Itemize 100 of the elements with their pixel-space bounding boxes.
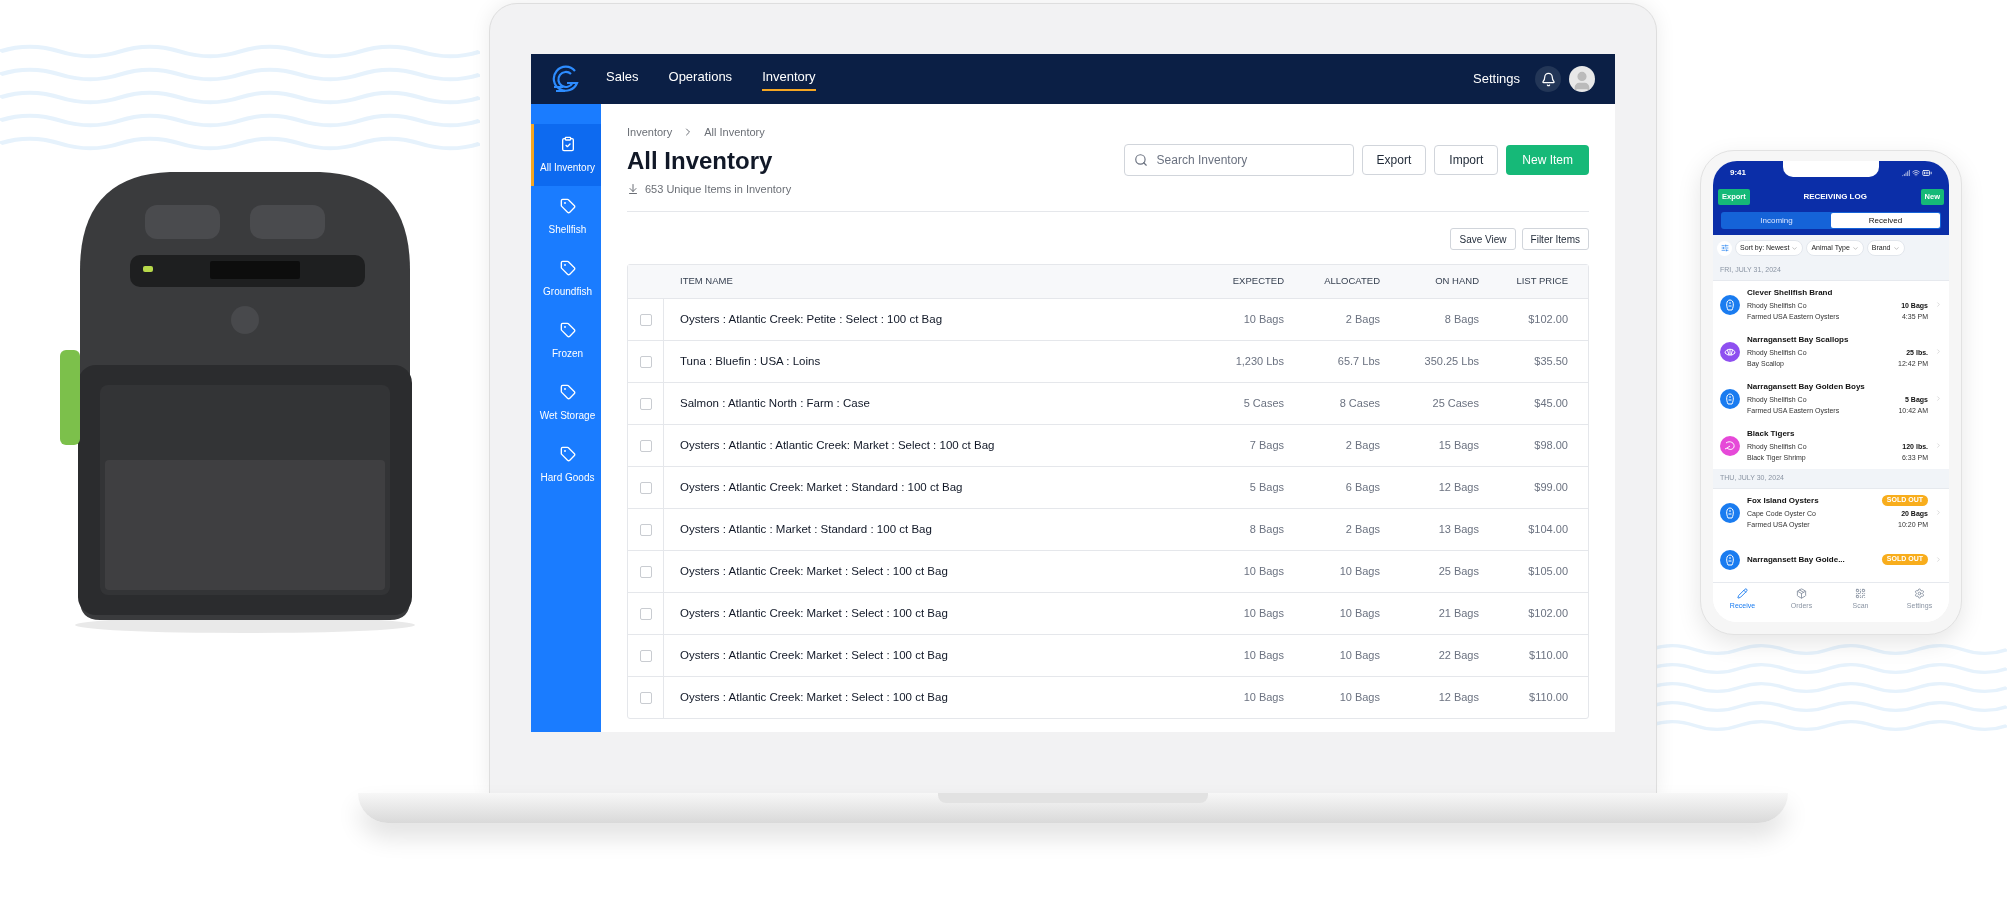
battery-icon — [1922, 168, 1932, 178]
tag-icon — [559, 445, 576, 462]
sidebar-item[interactable]: Hard Goods — [531, 434, 601, 496]
nav-tab[interactable]: Inventory — [762, 67, 816, 91]
item-name: Narragansett Bay Golde... — [1747, 553, 1845, 566]
table-cell-text: 10 Bags — [1242, 606, 1284, 622]
table-cell-text: 350.25 Lbs — [1423, 354, 1479, 370]
settings-icon — [1914, 588, 1925, 599]
column-header: ON HAND — [1434, 274, 1479, 289]
row-checkbox[interactable] — [639, 607, 652, 620]
notifications-button[interactable] — [1535, 66, 1561, 92]
breadcrumb-link[interactable]: Inventory — [627, 124, 673, 141]
segment-tab[interactable]: Received — [1831, 213, 1940, 228]
table-cell-text: 21 Bags — [1437, 606, 1479, 622]
table-cell-text: 65.7 Lbs — [1336, 354, 1380, 370]
search-icon — [1133, 153, 1148, 167]
table-cell-text: Oysters : Atlantic Creek: Market : Select : 100 ct Bag — [680, 605, 949, 621]
row-checkbox[interactable] — [639, 397, 652, 410]
toolbar-button[interactable]: Export — [1361, 145, 1427, 175]
status-time: 9:41 — [1730, 167, 1746, 179]
table-cell-text: 25 Cases — [1431, 396, 1479, 412]
chevron-right-icon — [1935, 301, 1942, 308]
sliders-icon — [1720, 244, 1729, 252]
table-cell-text: 15 Bags — [1437, 438, 1479, 454]
bell-icon — [1540, 71, 1556, 87]
segment-tab[interactable]: Incoming — [1722, 213, 1831, 228]
table-cell-text: Oysters : Atlantic : Atlantic Creek: Market : Select : 100 ct Bag — [680, 437, 996, 453]
screen-title: RECEIVING LOG — [1802, 191, 1868, 203]
table-cell-text: 10 Bags — [1242, 312, 1284, 328]
sidebar-item[interactable]: Frozen — [531, 310, 601, 372]
item-name: Black Tigers — [1747, 427, 1795, 440]
sidebar-item[interactable]: Shellfish — [531, 186, 601, 248]
view-button[interactable]: Filter Items — [1521, 228, 1589, 250]
chevron-down-icon — [1851, 244, 1859, 252]
chevron-right-icon — [1935, 442, 1942, 449]
table-cell-text: 5 Bags — [1248, 480, 1284, 496]
table-cell-text: $105.00 — [1527, 564, 1568, 580]
row-checkbox[interactable] — [639, 355, 652, 368]
item-name: Narragansett Bay Scallops — [1747, 333, 1849, 346]
table-cell-text: 10 Bags — [1338, 648, 1380, 664]
table-cell-text: Oysters : Atlantic Creek: Market : Select : 100 ct Bag — [680, 563, 949, 579]
filter-button[interactable] — [1717, 240, 1732, 256]
table-cell-text: 8 Bags — [1248, 522, 1284, 538]
table-cell-text: 10 Bags — [1242, 690, 1284, 706]
item-name: Fox Island Oysters — [1747, 494, 1819, 507]
row-checkbox[interactable] — [639, 439, 652, 452]
item-name: Narragansett Bay Golden Boys — [1747, 380, 1865, 393]
table-cell-text: $98.00 — [1533, 438, 1568, 454]
table-cell-text: 5 Cases — [1242, 396, 1284, 412]
download-icon — [627, 182, 639, 195]
row-checkbox[interactable] — [639, 691, 652, 704]
table-cell-text: Oysters : Atlantic Creek: Market : Select : 100 ct Bag — [680, 689, 949, 705]
row-checkbox[interactable] — [639, 649, 652, 662]
table-cell-text: 25 Bags — [1437, 564, 1479, 580]
table-cell-text: 10 Bags — [1338, 606, 1380, 622]
table-cell-text: 6 Bags — [1344, 480, 1380, 496]
view-button[interactable]: Save View — [1450, 228, 1516, 250]
nav-tab[interactable]: Sales — [606, 67, 639, 91]
avatar-button[interactable] — [1569, 66, 1595, 92]
signal-icon — [1902, 169, 1910, 177]
table-cell-text: $110.00 — [1528, 690, 1568, 706]
sidebar-item[interactable]: Groundfish — [531, 248, 601, 310]
column-header: ALLOCATED — [1323, 274, 1380, 289]
sidebar-item[interactable]: Wet Storage — [531, 372, 601, 434]
tag-icon — [559, 321, 576, 338]
chevron-right-icon — [1935, 348, 1942, 355]
row-checkbox[interactable] — [639, 523, 652, 536]
search-field[interactable]: Search Inventory — [1123, 144, 1354, 176]
table-cell-text: 2 Bags — [1344, 522, 1380, 538]
toolbar-button[interactable]: Import — [1434, 145, 1499, 175]
logo-icon — [551, 65, 579, 93]
table-cell-text: Salmon : Atlantic North : Farm : Case — [680, 395, 871, 411]
sidebar-item[interactable]: All Inventory — [531, 124, 601, 186]
table-cell-text: 10 Bags — [1242, 564, 1284, 580]
table-cell-text: $99.00 — [1533, 480, 1568, 496]
column-header: ITEM NAME — [680, 274, 734, 289]
table-cell-text: $104.00 — [1527, 522, 1568, 538]
row-checkbox[interactable] — [639, 481, 652, 494]
nav-tab[interactable]: Operations — [668, 67, 733, 91]
table-cell-text: Oysters : Atlantic Creek: Petite : Select : 100 ct Bag — [680, 311, 944, 327]
tag-icon — [559, 383, 576, 400]
table-cell-text: 12 Bags — [1437, 480, 1479, 496]
page-title: All Inventory — [627, 145, 774, 176]
table-cell-text: 12 Bags — [1437, 690, 1479, 706]
table-cell-text: 1,230 Lbs — [1234, 354, 1284, 370]
table-cell-text: 8 Cases — [1338, 396, 1380, 412]
row-checkbox[interactable] — [639, 565, 652, 578]
table-cell-text: Tuna : Bluefin : USA : Loins — [680, 353, 822, 369]
table-cell-text: 13 Bags — [1437, 522, 1479, 538]
table-cell-text: 10 Bags — [1242, 648, 1284, 664]
item-name: Clever Shellfish Brand — [1747, 286, 1833, 299]
settings-link[interactable]: Settings — [1473, 69, 1520, 89]
chevron-right-icon — [1935, 556, 1942, 563]
breadcrumb-current: All Inventory — [704, 125, 765, 140]
table-cell-text: Oysters : Atlantic Creek: Market : Standard : 100 ct Bag — [680, 479, 964, 495]
chevron-right-icon — [1935, 395, 1942, 402]
row-checkbox[interactable] — [639, 313, 652, 326]
table-cell-text: $110.00 — [1528, 648, 1568, 664]
tag-icon — [559, 197, 576, 214]
table-cell-text: $102.00 — [1527, 606, 1568, 622]
